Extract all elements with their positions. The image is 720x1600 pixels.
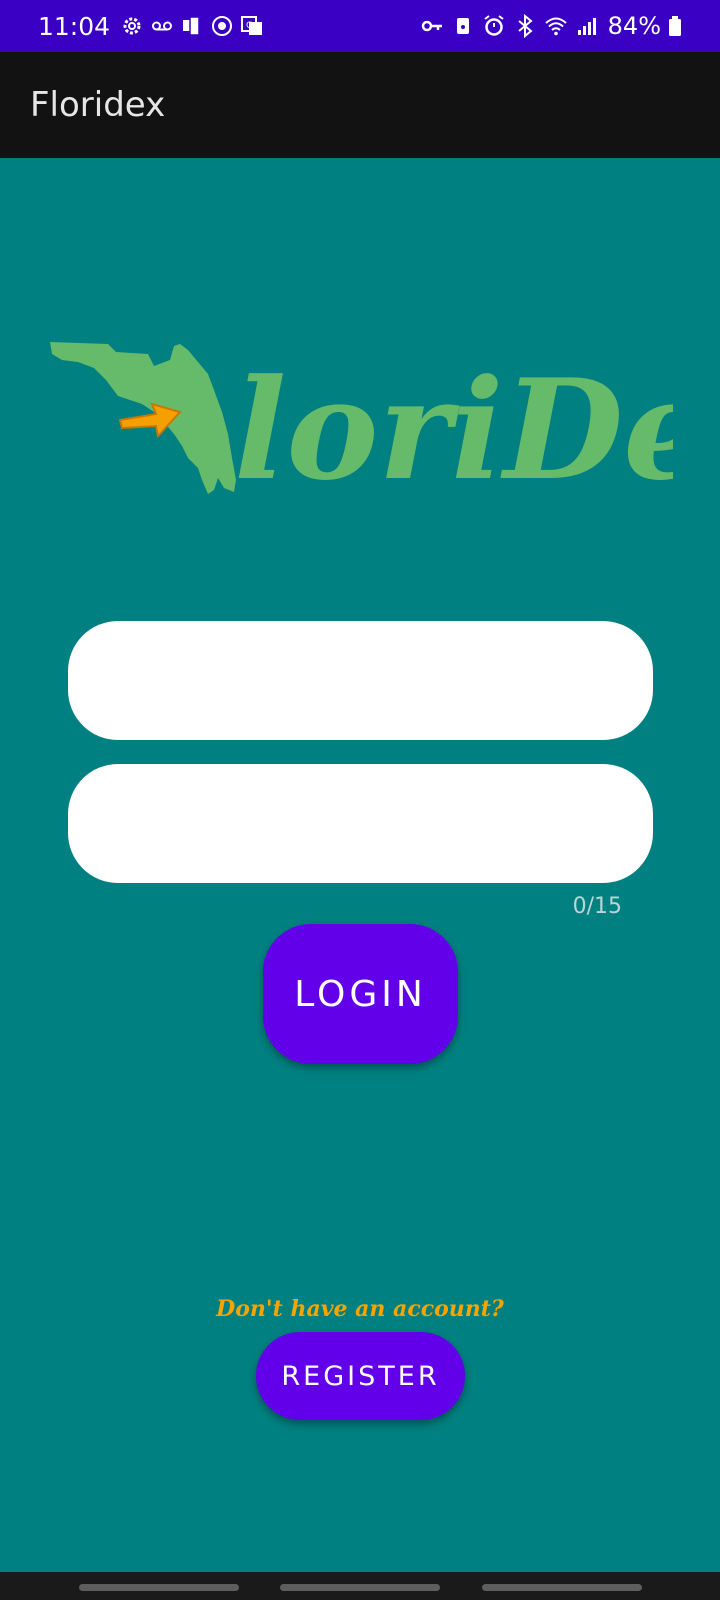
- phone-transfer-icon: [180, 14, 204, 38]
- register-button[interactable]: REGISTER: [256, 1332, 465, 1420]
- key-icon: [420, 14, 444, 38]
- floridex-logo: loriDex: [48, 340, 720, 511]
- android-lock-icon: [451, 14, 475, 38]
- wifi-icon: [544, 14, 568, 38]
- translate-icon: G: [240, 14, 264, 38]
- navigation-bar: [0, 1572, 720, 1600]
- status-bar: 11:04 G 84%: [0, 0, 720, 52]
- nav-back-button[interactable]: [482, 1584, 642, 1591]
- svg-text:G: G: [246, 21, 253, 31]
- status-left-icons: G: [120, 14, 264, 38]
- status-time: 11:04: [38, 11, 111, 41]
- username-input[interactable]: [68, 621, 653, 740]
- vpn-globe-icon: [210, 14, 234, 38]
- nav-recents-button[interactable]: [79, 1584, 239, 1591]
- alarm-icon: [482, 14, 506, 38]
- logo-text: loriDex: [234, 348, 673, 510]
- voicemail-icon: [150, 14, 174, 38]
- password-char-counter: 0/15: [572, 894, 622, 919]
- status-right-icons: 84%: [420, 12, 682, 40]
- app-bar: Floridex: [0, 52, 720, 158]
- register-prompt: Don't have an account?: [216, 1296, 504, 1322]
- cell-signal-icon: [575, 14, 599, 38]
- settings-icon: [120, 14, 144, 38]
- battery-icon: [668, 14, 682, 38]
- password-input[interactable]: [68, 764, 653, 883]
- nav-home-button[interactable]: [280, 1584, 440, 1591]
- login-button[interactable]: LOGIN: [263, 924, 458, 1064]
- app-title: Floridex: [30, 85, 166, 125]
- battery-percent: 84%: [607, 12, 661, 40]
- bluetooth-icon: [513, 14, 537, 38]
